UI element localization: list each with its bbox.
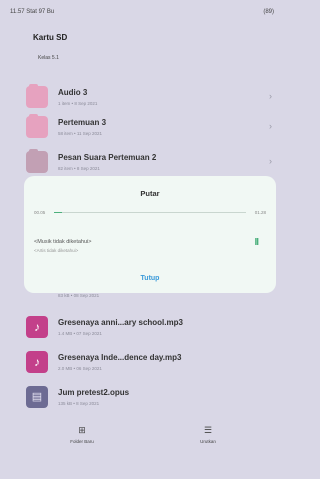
new-folder-icon: ⊞ <box>78 425 86 435</box>
list-item[interactable]: Pertemuan 3 58 item • 11 Sep 2021 › <box>0 110 284 150</box>
sort-button[interactable]: ☰ Urutkan <box>178 425 238 444</box>
item-meta: 82 item • 8 Sep 2021 <box>58 166 100 171</box>
item-name: Gresenaya anni...ary school.mp3 <box>58 318 183 327</box>
battery-indicator: (89) <box>263 9 274 15</box>
item-meta: 1.4 MB • 07 Sep 2021 <box>58 331 102 336</box>
sort-label: Urutkan <box>200 439 216 444</box>
music-note-icon: ♪ <box>26 316 48 338</box>
sort-icon: ☰ <box>203 425 213 435</box>
chevron-right-icon: › <box>269 121 272 131</box>
dialog-title: Putar <box>140 189 160 198</box>
item-name: Audio 3 <box>58 88 88 97</box>
item-name: Jum pretest2.opus <box>58 388 130 397</box>
bottom-toolbar: ⊞ Folder Baru ☰ Urutkan <box>0 425 284 455</box>
item-meta: 1 item • 8 Sep 2021 <box>58 101 98 106</box>
item-meta: 2.0 MB • 06 Sep 2021 <box>58 366 102 371</box>
chevron-right-icon: › <box>269 156 272 166</box>
total-time: 01.28 <box>254 210 266 215</box>
pause-button[interactable]: II <box>254 237 258 248</box>
new-folder-label: Folder Baru <box>70 439 94 444</box>
status-bar: 11.57 Stat 97 Bu (89) <box>0 0 284 22</box>
item-meta: 135 kB • 8 Sep 2021 <box>58 401 100 406</box>
elapsed-time: 00.05 <box>34 210 46 215</box>
item-name: Gresenaya Inde...dence day.mp3 <box>58 353 182 362</box>
item-meta: 83 kB • 08 Sep 2021 <box>58 293 100 298</box>
list-item[interactable]: ♪ Gresenaya Inde...dence day.mp3 2.0 MB … <box>0 345 284 385</box>
music-note-icon: ♪ <box>26 351 48 373</box>
folder-icon <box>26 114 48 138</box>
item-name: Pesan Suara Pertemuan 2 <box>58 153 157 162</box>
list-item[interactable]: ♪ Gresenaya anni...ary school.mp3 1.4 MB… <box>0 310 284 350</box>
track-title: <Musik tidak diketahui> <box>34 239 92 245</box>
chevron-right-icon: › <box>269 91 272 101</box>
seek-bar-fill <box>54 212 62 213</box>
item-name: Pertemuan 3 <box>58 118 107 127</box>
item-meta: 58 item • 11 Sep 2021 <box>58 131 103 136</box>
list-item[interactable]: ▤ Jum pretest2.opus 135 kB • 8 Sep 2021 <box>0 380 284 420</box>
breadcrumb[interactable]: Kelas 5.1 <box>38 55 59 61</box>
seek-bar[interactable] <box>54 212 246 213</box>
page-title: Kartu SD <box>33 33 68 42</box>
folder-icon <box>26 84 48 108</box>
audio-player-dialog: Putar 00.05 01.28 <Musik tidak diketahui… <box>24 176 276 293</box>
status-time-signal: 11.57 Stat 97 Bu <box>10 9 55 15</box>
new-folder-button[interactable]: ⊞ Folder Baru <box>52 425 112 444</box>
folder-icon <box>26 149 48 173</box>
close-button[interactable]: Tutup <box>24 275 276 282</box>
track-artist: <Artis tidak diketahui> <box>34 248 79 253</box>
document-icon: ▤ <box>26 386 48 408</box>
